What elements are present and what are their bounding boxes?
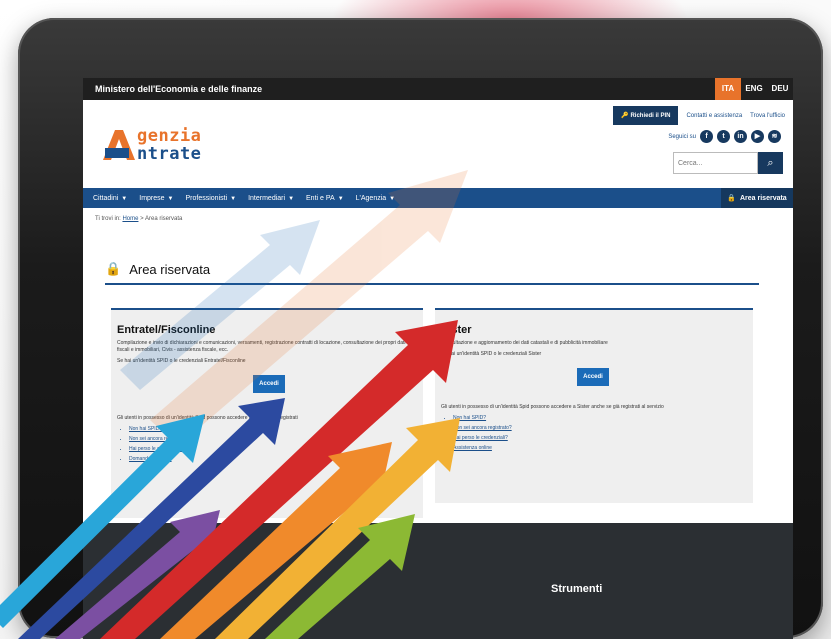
card-sister: Sister Consultazione e aggiornamento dei… (435, 308, 753, 503)
nav-item-cittadini[interactable]: Cittadini ▼ (93, 195, 127, 202)
page-title: 🔒 Area riservata (105, 261, 211, 277)
card-description: Consultazione e aggiornamento dei dati c… (441, 340, 608, 346)
tablet-screen: Ministero dell'Economia e delle finanze … (83, 78, 793, 639)
agenzia-entrate-logo[interactable]: genzia ntrate (101, 122, 221, 172)
lang-eng[interactable]: ENG (741, 78, 767, 100)
card-title: Sister (441, 324, 472, 336)
twitter-icon[interactable]: t (717, 130, 730, 143)
contacts-link[interactable]: Contatti e assistenza (686, 113, 742, 119)
site-footer: Strumenti (83, 523, 793, 639)
list-item[interactable]: Non hai SPID? (129, 426, 423, 432)
youtube-icon[interactable]: ▶ (751, 130, 764, 143)
list-item[interactable]: Hai perso le credenziali? (129, 446, 423, 452)
social-label: Seguici su (668, 133, 696, 140)
main-nav: Cittadini ▼ Imprese ▼ Professionisti ▼ Inte… (83, 188, 793, 208)
list-item[interactable]: Hai perso le credenziali? (453, 435, 753, 441)
chevron-down-icon: ▼ (389, 195, 396, 202)
chevron-down-icon: ▼ (230, 195, 237, 202)
accedi-button[interactable]: Accedi (577, 368, 609, 386)
list-item[interactable]: Non sei ancora registrato? (453, 425, 753, 431)
search-icon[interactable]: ⌕ (758, 152, 783, 174)
language-switcher: ITA ENG DEU (715, 78, 793, 100)
card-entratel: Entratel/Fisconline Compilazione e invio… (111, 308, 423, 518)
lock-icon: 🔒 (105, 261, 122, 276)
accedi-button[interactable]: Accedi (253, 375, 285, 393)
breadcrumb: Ti trovi in: Home > Area riservata (95, 216, 183, 222)
rss-icon[interactable]: ≋ (768, 130, 781, 143)
nav-item-imprese[interactable]: Imprese ▼ (139, 195, 173, 202)
linkedin-icon[interactable]: in (734, 130, 747, 143)
request-pin-button[interactable]: 🔑 Richiedi il PIN (613, 106, 679, 125)
logo-mark-icon (103, 130, 135, 160)
nav-item-professionisti[interactable]: Professionisti ▼ (186, 195, 237, 202)
tablet-frame: Ministero dell'Economia e delle finanze … (18, 18, 823, 639)
list-item[interactable]: Non hai SPID? (453, 415, 753, 421)
top-bar: Ministero dell'Economia e delle finanze … (83, 78, 793, 100)
card-note: Gli utenti in possesso di un'identità Sp… (117, 415, 298, 421)
utility-nav: 🔑 Richiedi il PIN Contatti e assistenza … (613, 106, 785, 125)
background: Ministero dell'Economia e delle finanze … (0, 0, 831, 639)
footer-strumenti[interactable]: Strumenti (551, 583, 602, 595)
ministry-label: Ministero dell'Economia e delle finanze (95, 84, 263, 94)
facebook-icon[interactable]: f (700, 130, 713, 143)
lock-icon: 🔒 (727, 195, 736, 202)
card-title: Entratel/Fisconline (117, 324, 216, 336)
search-box: ⌕ (673, 152, 783, 174)
title-divider (105, 283, 759, 285)
find-office-link[interactable]: Trova l'ufficio (750, 113, 785, 119)
card-links: Non hai SPID? Non sei ancora registrato?… (129, 426, 423, 462)
lang-ita[interactable]: ITA (715, 78, 741, 100)
nav-item-enti-pa[interactable]: Enti e PA ▼ (306, 195, 344, 202)
breadcrumb-current: Area riservata (145, 216, 183, 222)
breadcrumb-home[interactable]: Home (122, 216, 138, 222)
logo-text-top: genzia (137, 126, 202, 146)
nav-item-intermediari[interactable]: Intermediari ▼ (248, 195, 294, 202)
list-item[interactable]: Domande frequenti (129, 456, 423, 462)
chevron-down-icon: ▼ (288, 195, 295, 202)
card-note: Gli utenti in possesso di un'identità Sp… (441, 404, 664, 410)
list-item[interactable]: Non sei ancora registrato? (129, 436, 423, 442)
lang-deu[interactable]: DEU (767, 78, 793, 100)
card-links: Non hai SPID? Non sei ancora registrato?… (453, 415, 753, 451)
social-links: Seguici su f t in ▶ ≋ (668, 130, 781, 143)
area-riservata-button[interactable]: 🔒 Area riservata (721, 188, 793, 208)
card-spid-text: Se hai un'identità SPID o le credenziali… (441, 351, 542, 357)
card-description: Compilazione e invio di dichiarazioni e … (117, 340, 406, 353)
list-item[interactable]: Assistenza online (453, 445, 753, 451)
card-spid-text: Se hai un'identità SPID o le credenziali… (117, 358, 246, 364)
site-header: genzia ntrate 🔑 Richiedi il PIN Contatti… (83, 100, 793, 188)
chevron-down-icon: ▼ (121, 195, 128, 202)
logo-text-bottom: ntrate (137, 144, 202, 164)
nav-item-agenzia[interactable]: L'Agenzia ▼ (356, 195, 395, 202)
chevron-down-icon: ▼ (337, 195, 344, 202)
chevron-down-icon: ▼ (167, 195, 174, 202)
search-input[interactable] (673, 152, 758, 174)
